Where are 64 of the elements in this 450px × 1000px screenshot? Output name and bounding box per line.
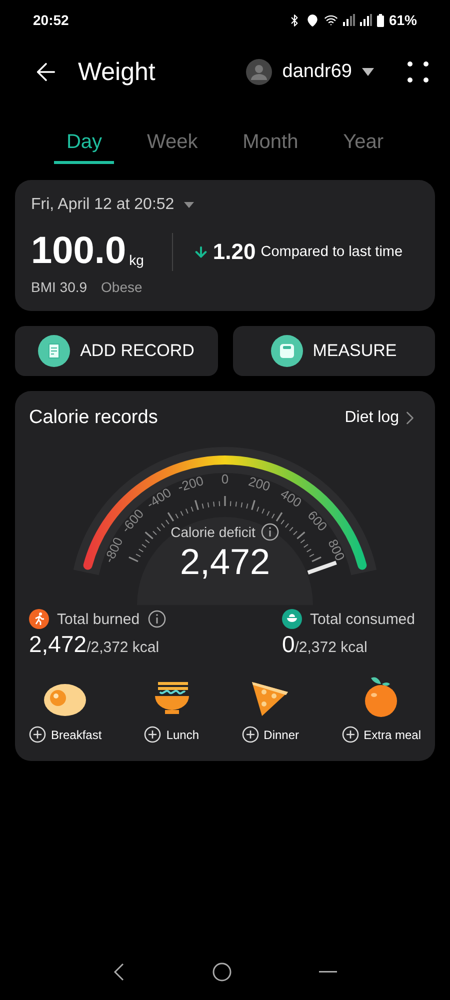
signal-icon <box>360 14 372 26</box>
egg-icon <box>43 682 88 718</box>
plus-icon <box>242 726 259 743</box>
total-value: 2,472 <box>29 631 87 658</box>
battery-percent: 61% <box>388 12 417 28</box>
record-date[interactable]: Fri, April 12 at 20:52 <box>31 196 174 214</box>
down-arrow-icon <box>192 244 209 260</box>
add-record-button[interactable]: ADD RECORD <box>15 326 218 376</box>
home-icon[interactable] <box>212 962 232 982</box>
plus-icon <box>144 726 162 743</box>
signal-icon <box>342 14 355 26</box>
wifi-icon <box>324 13 338 27</box>
dropdown-icon <box>184 202 194 208</box>
diet-log-link[interactable]: Diet log <box>344 407 421 429</box>
add-meal-button[interactable]: Breakfast <box>29 726 102 743</box>
info-icon[interactable] <box>261 523 280 541</box>
info-icon[interactable] <box>148 610 166 628</box>
fruit-icon <box>363 676 400 718</box>
period-tab[interactable]: Month <box>230 124 310 164</box>
plus-icon <box>29 726 46 743</box>
gauge-tick-label: -800 <box>101 535 126 565</box>
gauge-tick-label: -200 <box>176 473 206 495</box>
period-tab[interactable]: Year <box>331 124 396 164</box>
total-value: 0 <box>282 631 295 658</box>
gauge-tick-label: 400 <box>278 486 304 510</box>
running-icon <box>29 609 49 629</box>
period-tab[interactable]: Day <box>54 124 114 164</box>
deficit-value: 2,472 <box>180 541 270 583</box>
add-meal-button[interactable]: Extra meal <box>342 726 421 743</box>
scale-icon <box>270 335 303 367</box>
card-title: Calorie records <box>29 407 158 429</box>
recents-icon[interactable] <box>318 970 337 974</box>
add-meal-button[interactable]: Lunch <box>144 726 200 743</box>
bowl-icon <box>282 609 302 629</box>
avatar-icon[interactable] <box>246 59 272 85</box>
weight-value: 100.0 <box>31 230 126 273</box>
dropdown-icon <box>362 68 374 76</box>
gauge-tick-label: 600 <box>304 508 330 534</box>
user-name[interactable]: dandr69 <box>282 61 352 83</box>
weight-change: 1.20 <box>212 238 256 264</box>
page-title: Weight <box>78 58 156 86</box>
measure-button[interactable]: MEASURE <box>232 326 435 376</box>
change-label: Compared to last time <box>260 244 403 260</box>
period-tab[interactable]: Week <box>134 124 210 164</box>
more-icon[interactable] <box>406 60 430 84</box>
total-target: /2,372 kcal <box>294 639 368 656</box>
location-icon <box>306 14 319 26</box>
back-icon[interactable] <box>113 963 126 981</box>
gauge-tick-label: 800 <box>325 536 348 563</box>
battery-icon <box>376 14 384 26</box>
deficit-label: Calorie deficit <box>170 524 256 540</box>
total-label: Total burned <box>57 610 140 628</box>
plus-icon <box>342 726 359 743</box>
bmi-value: BMI 30.9 <box>31 279 88 295</box>
gauge-tick-label: 0 <box>221 471 229 486</box>
note-icon <box>38 335 70 367</box>
gauge-tick-label: 200 <box>246 474 272 494</box>
gauge-needle <box>307 560 337 575</box>
bmi-category: Obese <box>101 279 142 295</box>
total-target: /2,372 kcal <box>86 639 160 656</box>
status-time: 20:52 <box>33 12 69 28</box>
weight-unit: kg <box>129 252 144 268</box>
total-label: Total consumed <box>310 610 415 628</box>
add-meal-button[interactable]: Dinner <box>242 726 300 743</box>
